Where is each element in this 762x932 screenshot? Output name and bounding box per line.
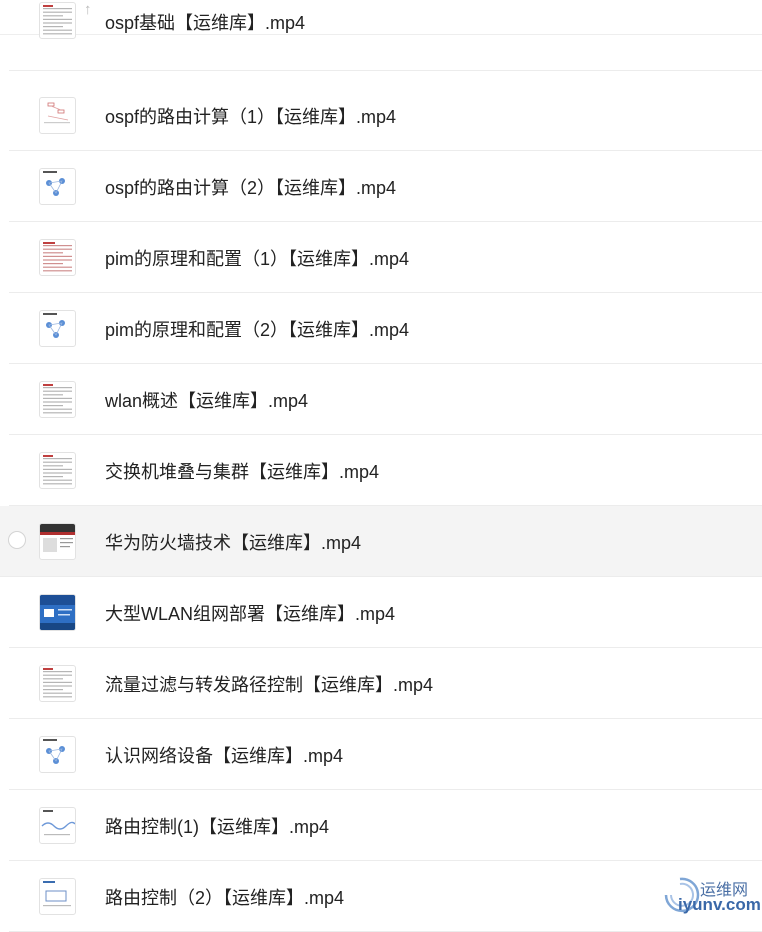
- video-thumbnail: [39, 2, 76, 39]
- file-row[interactable]: ospf基础【运维库】.mp4: [9, 2, 762, 71]
- video-thumbnail: [39, 594, 76, 631]
- video-thumbnail: [39, 239, 76, 276]
- video-thumbnail: [39, 452, 76, 489]
- file-name[interactable]: wlan概述【运维库】.mp4: [105, 387, 308, 413]
- select-radio[interactable]: [8, 531, 26, 549]
- file-row[interactable]: pim的原理和配置（2）【运维库】.mp4: [9, 293, 762, 364]
- video-thumbnail: [39, 168, 76, 205]
- file-row[interactable]: 认识网络设备【运维库】.mp4: [9, 719, 762, 790]
- file-name[interactable]: 路由控制(1)【运维库】.mp4: [105, 813, 329, 839]
- watermark: 运维网 iyunv.com: [658, 873, 761, 917]
- video-thumbnail: [39, 523, 76, 560]
- video-thumbnail: [39, 97, 76, 134]
- file-name[interactable]: pim的原理和配置（2）【运维库】.mp4: [105, 316, 409, 342]
- file-name[interactable]: 交换机堆叠与集群【运维库】.mp4: [105, 458, 379, 484]
- file-row[interactable]: 路由控制（2）【运维库】.mp4: [9, 861, 762, 932]
- file-name[interactable]: 流量过滤与转发路径控制【运维库】.mp4: [105, 671, 433, 697]
- file-row[interactable]: 交换机堆叠与集群【运维库】.mp4: [9, 435, 762, 506]
- video-thumbnail: [39, 807, 76, 844]
- file-name[interactable]: ospf基础【运维库】.mp4: [105, 9, 305, 35]
- file-row[interactable]: ospf的路由计算（2）【运维库】.mp4: [9, 151, 762, 222]
- video-thumbnail: [39, 878, 76, 915]
- file-name[interactable]: pim的原理和配置（1）【运维库】.mp4: [105, 245, 409, 271]
- file-row[interactable]: 路由控制(1)【运维库】.mp4: [9, 790, 762, 861]
- file-row[interactable]: 大型WLAN组网部署【运维库】.mp4: [9, 577, 762, 648]
- file-row[interactable]: pim的原理和配置（1）【运维库】.mp4: [9, 222, 762, 293]
- file-name[interactable]: 华为防火墙技术【运维库】.mp4: [105, 529, 361, 555]
- file-name[interactable]: ospf的路由计算（1）【运维库】.mp4: [105, 103, 396, 129]
- file-row[interactable]: wlan概述【运维库】.mp4: [9, 364, 762, 435]
- video-thumbnail: [39, 381, 76, 418]
- file-name[interactable]: 路由控制（2）【运维库】.mp4: [105, 884, 344, 910]
- video-thumbnail: [39, 310, 76, 347]
- video-thumbnail: [39, 736, 76, 773]
- video-thumbnail: [39, 665, 76, 702]
- file-row[interactable]: 华为防火墙技术【运维库】.mp4: [0, 506, 762, 577]
- file-name[interactable]: 认识网络设备【运维库】.mp4: [105, 742, 343, 768]
- file-row[interactable]: ospf的路由计算（1）【运维库】.mp4: [9, 80, 762, 151]
- watermark-domain: iyunv.com: [678, 895, 761, 914]
- file-name[interactable]: 大型WLAN组网部署【运维库】.mp4: [105, 600, 395, 626]
- file-row[interactable]: 流量过滤与转发路径控制【运维库】.mp4: [9, 648, 762, 719]
- file-name[interactable]: ospf的路由计算（2）【运维库】.mp4: [105, 174, 396, 200]
